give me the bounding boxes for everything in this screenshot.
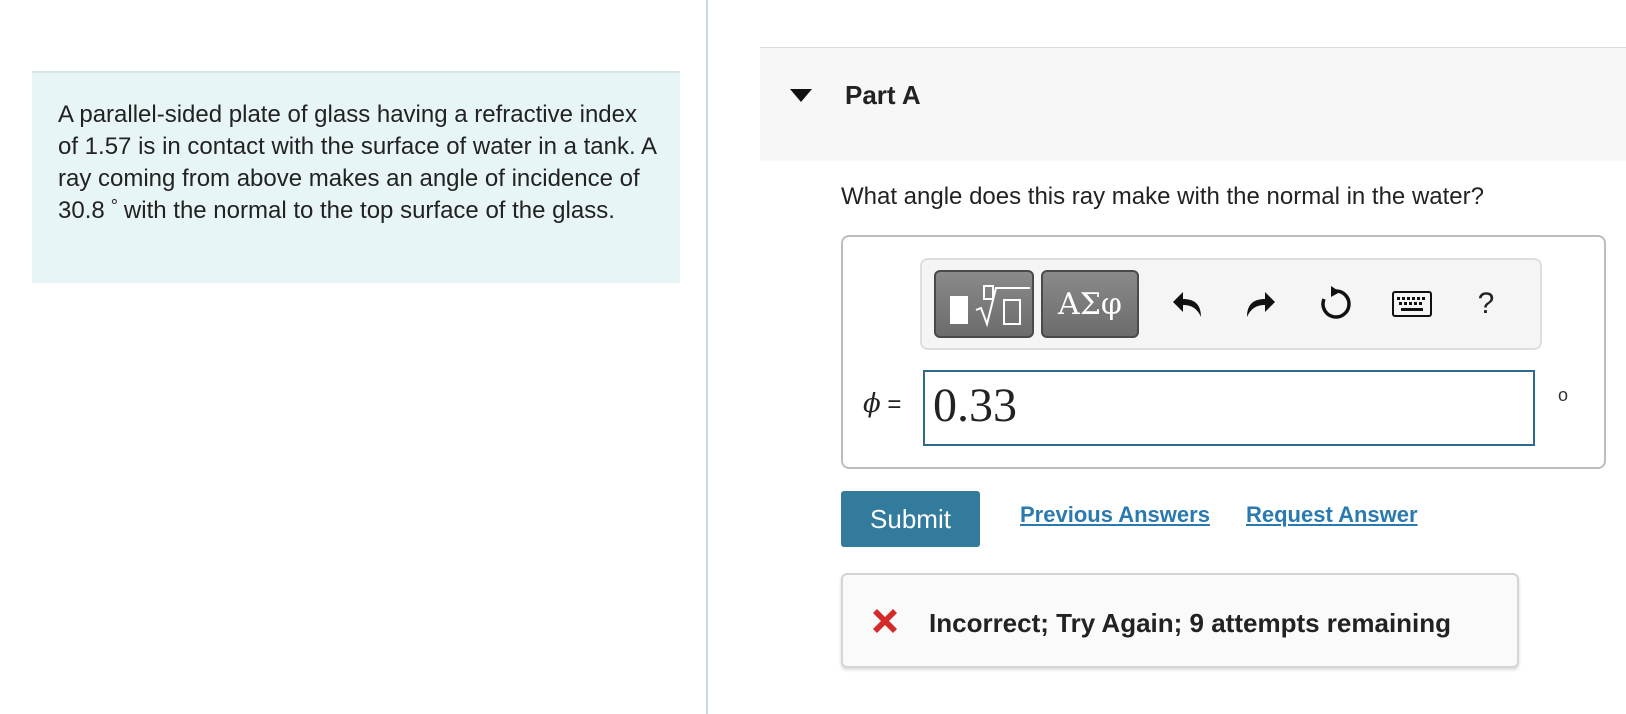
symbols-button[interactable]: ΑΣφ — [1041, 270, 1139, 338]
degree-symbol: ° — [110, 196, 118, 216]
reset-icon[interactable] — [1314, 282, 1358, 326]
templates-button[interactable] — [934, 270, 1034, 338]
feedback-message: Incorrect; Try Again; 9 attempts remaini… — [929, 608, 1452, 638]
problem-statement-panel: A parallel-sided plate of glass having a… — [32, 71, 680, 283]
request-answer-link[interactable]: Request Answer — [1246, 502, 1418, 528]
answer-box: ΑΣφ ? ϕ = 0.33 o — [841, 235, 1606, 469]
redo-icon[interactable] — [1238, 282, 1282, 326]
variable-label: ϕ = — [863, 389, 901, 419]
help-icon[interactable]: ? — [1464, 282, 1508, 326]
undo-icon[interactable] — [1166, 282, 1210, 326]
part-header[interactable]: Part A — [760, 47, 1626, 161]
feedback-box: Incorrect; Try Again; 9 attempts remaini… — [841, 573, 1519, 668]
collapse-caret-icon[interactable] — [790, 89, 812, 102]
page: A parallel-sided plate of glass having a… — [0, 0, 1626, 714]
problem-statement: A parallel-sided plate of glass having a… — [58, 99, 658, 227]
part-title: Part A — [845, 80, 921, 110]
variable-symbol: ϕ — [863, 389, 881, 419]
column-divider — [706, 0, 708, 714]
math-toolbar: ΑΣφ ? — [920, 258, 1542, 350]
problem-text-part-2: with the normal to the top surface of th… — [123, 197, 615, 224]
question-text: What angle does this ray make with the n… — [841, 183, 1484, 210]
keyboard-icon[interactable] — [1390, 282, 1434, 326]
incorrect-x-icon — [873, 609, 897, 633]
previous-answers-link[interactable]: Previous Answers — [1020, 502, 1210, 528]
template-square-icon — [950, 296, 968, 324]
equals-sign: = — [880, 391, 902, 418]
answer-input[interactable]: 0.33 — [923, 370, 1535, 446]
submit-button[interactable]: Submit — [841, 491, 980, 547]
radical-icon — [975, 285, 1030, 328]
unit-label: o — [1558, 385, 1569, 405]
